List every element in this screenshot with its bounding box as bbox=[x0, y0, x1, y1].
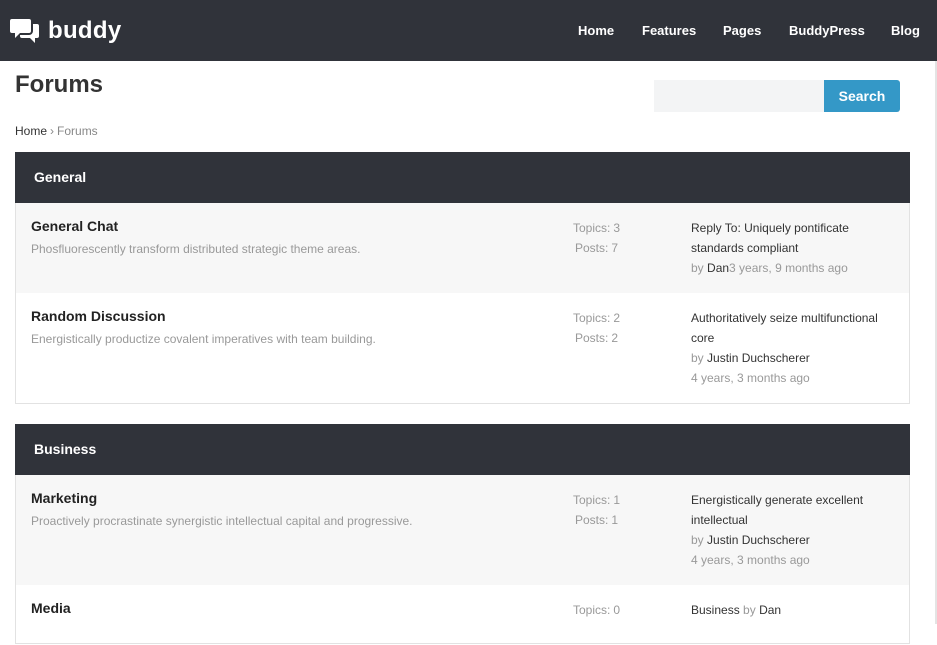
freshness-meta: by Dan3 years, 9 months ago bbox=[691, 258, 848, 278]
nav-home[interactable]: Home bbox=[578, 0, 614, 61]
freshness-topic-link[interactable]: Reply To: Uniquely pontificate bbox=[691, 218, 849, 238]
freshness-meta: by Justin Duchscherer bbox=[691, 348, 810, 368]
topics-value: 2 bbox=[613, 311, 621, 325]
forum-group-general: General General Chat Phosfluorescently t… bbox=[15, 152, 910, 404]
freshness-time[interactable]: 4 years, 3 months ago bbox=[691, 368, 810, 388]
page-title: Forums bbox=[15, 71, 104, 98]
forum-row: General Chat Phosfluorescently transform… bbox=[16, 203, 909, 293]
author-link[interactable]: Dan bbox=[707, 261, 729, 275]
by-label: by bbox=[691, 261, 704, 275]
forum-row: Media Topics: 0 Business by Dan bbox=[16, 585, 909, 645]
breadcrumb: Home › Forums bbox=[15, 124, 98, 138]
posts-value: 1 bbox=[611, 513, 619, 527]
author-link[interactable]: Justin Duchscherer bbox=[707, 351, 810, 365]
freshness-time[interactable]: 4 years, 3 months ago bbox=[691, 550, 810, 570]
freshness-topic-link-cont[interactable]: standards compliant bbox=[691, 238, 798, 258]
freshness-meta: Business by Dan bbox=[691, 600, 781, 620]
nav-blog[interactable]: Blog bbox=[891, 0, 920, 61]
site-logo[interactable]: buddy bbox=[10, 17, 122, 45]
author-link[interactable]: Dan bbox=[759, 603, 781, 617]
by-label: by bbox=[743, 603, 756, 617]
freshness-time[interactable]: 3 years, 9 months ago bbox=[729, 261, 848, 275]
topic-count: Topics: 0 bbox=[573, 603, 620, 617]
nav-buddypress[interactable]: BuddyPress bbox=[789, 0, 865, 61]
group-header: Business bbox=[15, 424, 910, 475]
group-header: General bbox=[15, 152, 910, 203]
forum-description: Phosfluorescently transform distributed … bbox=[31, 242, 361, 256]
forum-description: Proactively procrastinate synergistic in… bbox=[31, 514, 413, 528]
post-count: Posts: 1 bbox=[575, 513, 618, 527]
topics-value: 0 bbox=[613, 603, 621, 617]
speech-bubbles-icon bbox=[10, 19, 39, 43]
search-input[interactable] bbox=[654, 80, 824, 112]
nav-features[interactable]: Features bbox=[642, 0, 696, 61]
topic-count: Topics: 2 bbox=[573, 311, 620, 325]
forum-title[interactable]: Random Discussion bbox=[31, 308, 166, 324]
nav-pages[interactable]: Pages bbox=[723, 0, 761, 61]
posts-value: 2 bbox=[611, 331, 619, 345]
post-count: Posts: 2 bbox=[575, 331, 618, 345]
topics-label: Topics: bbox=[573, 493, 611, 507]
topics-value: 3 bbox=[613, 221, 621, 235]
forum-title[interactable]: Media bbox=[31, 600, 71, 616]
by-label: by bbox=[691, 533, 704, 547]
forum-row: Marketing Proactively procrastinate syne… bbox=[16, 475, 909, 585]
topics-label: Topics: bbox=[573, 603, 611, 617]
forum-row: Random Discussion Energistically product… bbox=[16, 293, 909, 403]
forum-title[interactable]: General Chat bbox=[31, 218, 118, 234]
breadcrumb-current: Forums bbox=[57, 124, 98, 138]
freshness-meta: by Justin Duchscherer bbox=[691, 530, 810, 550]
breadcrumb-separator: › bbox=[50, 124, 55, 138]
topic-count: Topics: 1 bbox=[573, 493, 620, 507]
freshness-topic-link-cont[interactable]: core bbox=[691, 328, 714, 348]
posts-label: Posts: bbox=[575, 241, 609, 255]
forum-title[interactable]: Marketing bbox=[31, 490, 97, 506]
freshness-topic-link[interactable]: Business bbox=[691, 603, 740, 617]
topics-value: 1 bbox=[613, 493, 621, 507]
freshness-topic-link-cont[interactable]: intellectual bbox=[691, 510, 748, 530]
topics-label: Topics: bbox=[573, 311, 611, 325]
topics-label: Topics: bbox=[573, 221, 611, 235]
posts-label: Posts: bbox=[575, 513, 609, 527]
breadcrumb-home[interactable]: Home bbox=[15, 124, 47, 138]
author-link[interactable]: Justin Duchscherer bbox=[707, 533, 810, 547]
posts-label: Posts: bbox=[575, 331, 609, 345]
post-count: Posts: 7 bbox=[575, 241, 618, 255]
brand-name: buddy bbox=[48, 17, 122, 44]
topic-count: Topics: 3 bbox=[573, 221, 620, 235]
site-header: buddy Home Features Pages BuddyPress Blo… bbox=[0, 0, 937, 61]
forum-description: Energistically productize covalent imper… bbox=[31, 332, 376, 346]
forum-group-business: Business Marketing Proactively procrasti… bbox=[15, 424, 910, 644]
posts-value: 7 bbox=[611, 241, 619, 255]
by-label: by bbox=[691, 351, 704, 365]
freshness-topic-link[interactable]: Energistically generate excellent bbox=[691, 490, 863, 510]
search-button[interactable]: Search bbox=[824, 80, 900, 112]
freshness-topic-link[interactable]: Authoritatively seize multifunctional bbox=[691, 308, 878, 328]
